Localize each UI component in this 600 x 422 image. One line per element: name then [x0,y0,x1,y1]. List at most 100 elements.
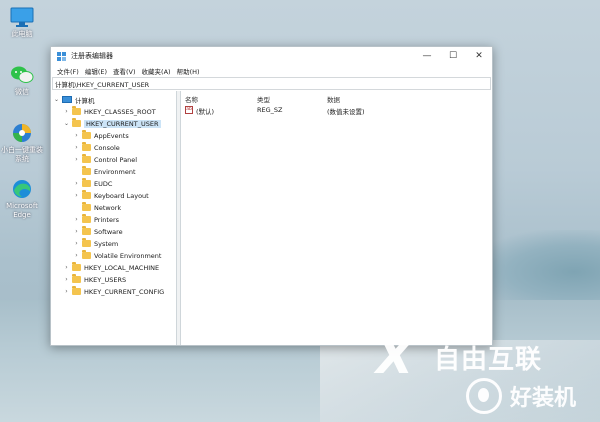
menu-edit[interactable]: 编辑(E) [82,66,110,76]
folder-icon [82,178,91,187]
tree-item-software[interactable]: › Software [73,226,123,237]
tree-item-label: HKEY_CURRENT_USER [84,119,161,128]
value-name: (默认) [196,108,215,116]
desktop-icon-label: 微信 [15,88,29,96]
address-path: 计算机\HKEY_CURRENT_USER [55,80,150,89]
monitor-icon [10,7,34,27]
tree-item-computer[interactable]: ⌄ 计算机 [53,94,95,105]
expand-chevron-icon[interactable]: › [73,240,80,247]
expand-chevron-icon[interactable]: › [63,264,70,271]
tree-item-eudc[interactable]: › EUDC [73,178,112,189]
tree-item-label: Volatile Environment [94,251,162,260]
collapse-chevron-icon[interactable]: ⌄ [63,120,70,127]
minimize-button[interactable]: — [414,47,440,65]
tree-item-label: Network [94,203,122,212]
computer-icon [62,96,72,103]
tree-item-volatile-environment[interactable]: › Volatile Environment [73,250,161,261]
folder-icon [72,274,81,283]
menu-view[interactable]: 查看(V) [110,66,139,76]
collapse-chevron-icon[interactable]: ⌄ [53,96,60,103]
watermark-logo-icon [466,378,502,414]
expand-chevron-icon[interactable]: › [73,192,80,199]
list-item[interactable]: ab (默认) REG_SZ (数值未设置) [181,105,492,116]
tree-item-network[interactable]: Network [73,202,121,213]
maximize-button[interactable]: ☐ [440,47,466,65]
tree-item-control-panel[interactable]: › Control Panel [73,154,137,165]
tree-item-label: 计算机 [75,96,95,105]
editor-panes: ⌄ 计算机 › HKEY_CLASSES_ROOT ⌄ HKEY_CURRENT… [51,91,492,345]
tree-item-label: AppEvents [94,131,129,140]
expand-chevron-icon[interactable]: › [73,132,80,139]
tree-item-hkey-current-user[interactable]: ⌄ HKEY_CURRENT_USER [63,118,161,129]
tree-item-label: HKEY_LOCAL_MACHINE [84,263,160,272]
title-bar[interactable]: 注册表编辑器 — ☐ ✕ [51,47,492,65]
expand-chevron-icon[interactable]: › [63,276,70,283]
menu-help[interactable]: 帮助(H) [174,66,203,76]
tree-item-system[interactable]: › System [73,238,118,249]
close-button[interactable]: ✕ [466,47,492,65]
folder-icon [82,154,91,163]
folder-icon [82,250,91,259]
folder-icon [72,286,81,295]
desktop-icon-wechat[interactable]: 微信 [0,64,44,97]
tree-item-appevents[interactable]: › AppEvents [73,130,129,141]
tree-pane: ⌄ 计算机 › HKEY_CLASSES_ROOT ⌄ HKEY_CURRENT… [51,91,177,345]
folder-icon [72,118,81,127]
desktop-icon-label: 小白一键重装系统 [1,146,43,163]
folder-icon [82,166,91,175]
menu-bar: 文件(F) 编辑(E) 查看(V) 收藏夹(A) 帮助(H) [51,65,492,77]
xiaobai-icon [13,124,31,142]
column-header-type[interactable]: 类型 [257,94,270,104]
tree-item-label: Control Panel [94,155,138,164]
folder-icon [82,190,91,199]
expand-chevron-icon[interactable]: › [73,252,80,259]
values-list-pane: 名称 类型 数据 ab (默认) REG_SZ (数值未设置) [181,91,492,345]
wechat-icon [11,66,34,83]
string-value-icon: ab [185,106,193,114]
expand-chevron-icon[interactable]: › [73,228,80,235]
tree-item-label: Keyboard Layout [94,191,149,200]
tree-item-hkey-classes-root[interactable]: › HKEY_CLASSES_ROOT [63,106,156,117]
expand-chevron-icon[interactable]: › [73,156,80,163]
desktop-icon-edge[interactable]: Microsoft Edge [0,178,44,220]
tree-item-label: System [94,239,119,248]
tree-item-hkey-local-machine[interactable]: › HKEY_LOCAL_MACHINE [63,262,159,273]
desktop-icon-this-pc[interactable]: 此电脑 [0,6,44,39]
tree-item-environment[interactable]: Environment [73,166,136,177]
tree-item-label: HKEY_USERS [84,275,127,284]
column-header-name[interactable]: 名称 [185,94,198,104]
expand-chevron-icon[interactable]: › [63,108,70,115]
address-bar[interactable]: 计算机\HKEY_CURRENT_USER [52,77,491,90]
expand-chevron-icon[interactable]: › [63,288,70,295]
column-header-data[interactable]: 数据 [327,94,340,104]
tree-item-hkey-users[interactable]: › HKEY_USERS [63,274,126,285]
menu-file[interactable]: 文件(F) [54,66,82,76]
tree-item-label: Printers [94,215,120,224]
desktop-icon-label: Microsoft Edge [6,202,38,219]
tree-item-keyboard-layout[interactable]: › Keyboard Layout [73,190,149,201]
tree-item-hkey-current-config[interactable]: › HKEY_CURRENT_CONFIG [63,286,164,297]
expand-chevron-icon[interactable]: › [73,216,80,223]
folder-icon [82,214,91,223]
watermark-x-logo: X [376,329,414,385]
desktop-icon-xiaobai[interactable]: 小白一键重装系统 [0,122,44,164]
menu-favorites[interactable]: 收藏夹(A) [139,66,174,76]
watermark-haozhuangji: 好装机 [466,376,596,416]
tree-item-label: EUDC [94,179,113,188]
folder-icon [72,106,81,115]
watermark-text: 好装机 [510,386,577,411]
list-header: 名称 类型 数据 [181,93,492,104]
tree-item-label: Console [94,143,120,152]
value-type: REG_SZ [257,106,283,114]
edge-icon [13,180,31,198]
registry-editor-window: 注册表编辑器 — ☐ ✕ 文件(F) 编辑(E) 查看(V) 收藏夹(A) 帮助… [50,46,493,346]
tree-item-printers[interactable]: › Printers [73,214,119,225]
tree-item-label: HKEY_CURRENT_CONFIG [84,287,165,296]
folder-icon [82,130,91,139]
tree-item-console[interactable]: › Console [73,142,120,153]
expand-chevron-icon[interactable]: › [73,144,80,151]
regedit-app-icon [57,51,66,61]
tree-item-label: HKEY_CLASSES_ROOT [84,107,156,116]
window-title: 注册表编辑器 [71,52,113,60]
expand-chevron-icon[interactable]: › [73,180,80,187]
